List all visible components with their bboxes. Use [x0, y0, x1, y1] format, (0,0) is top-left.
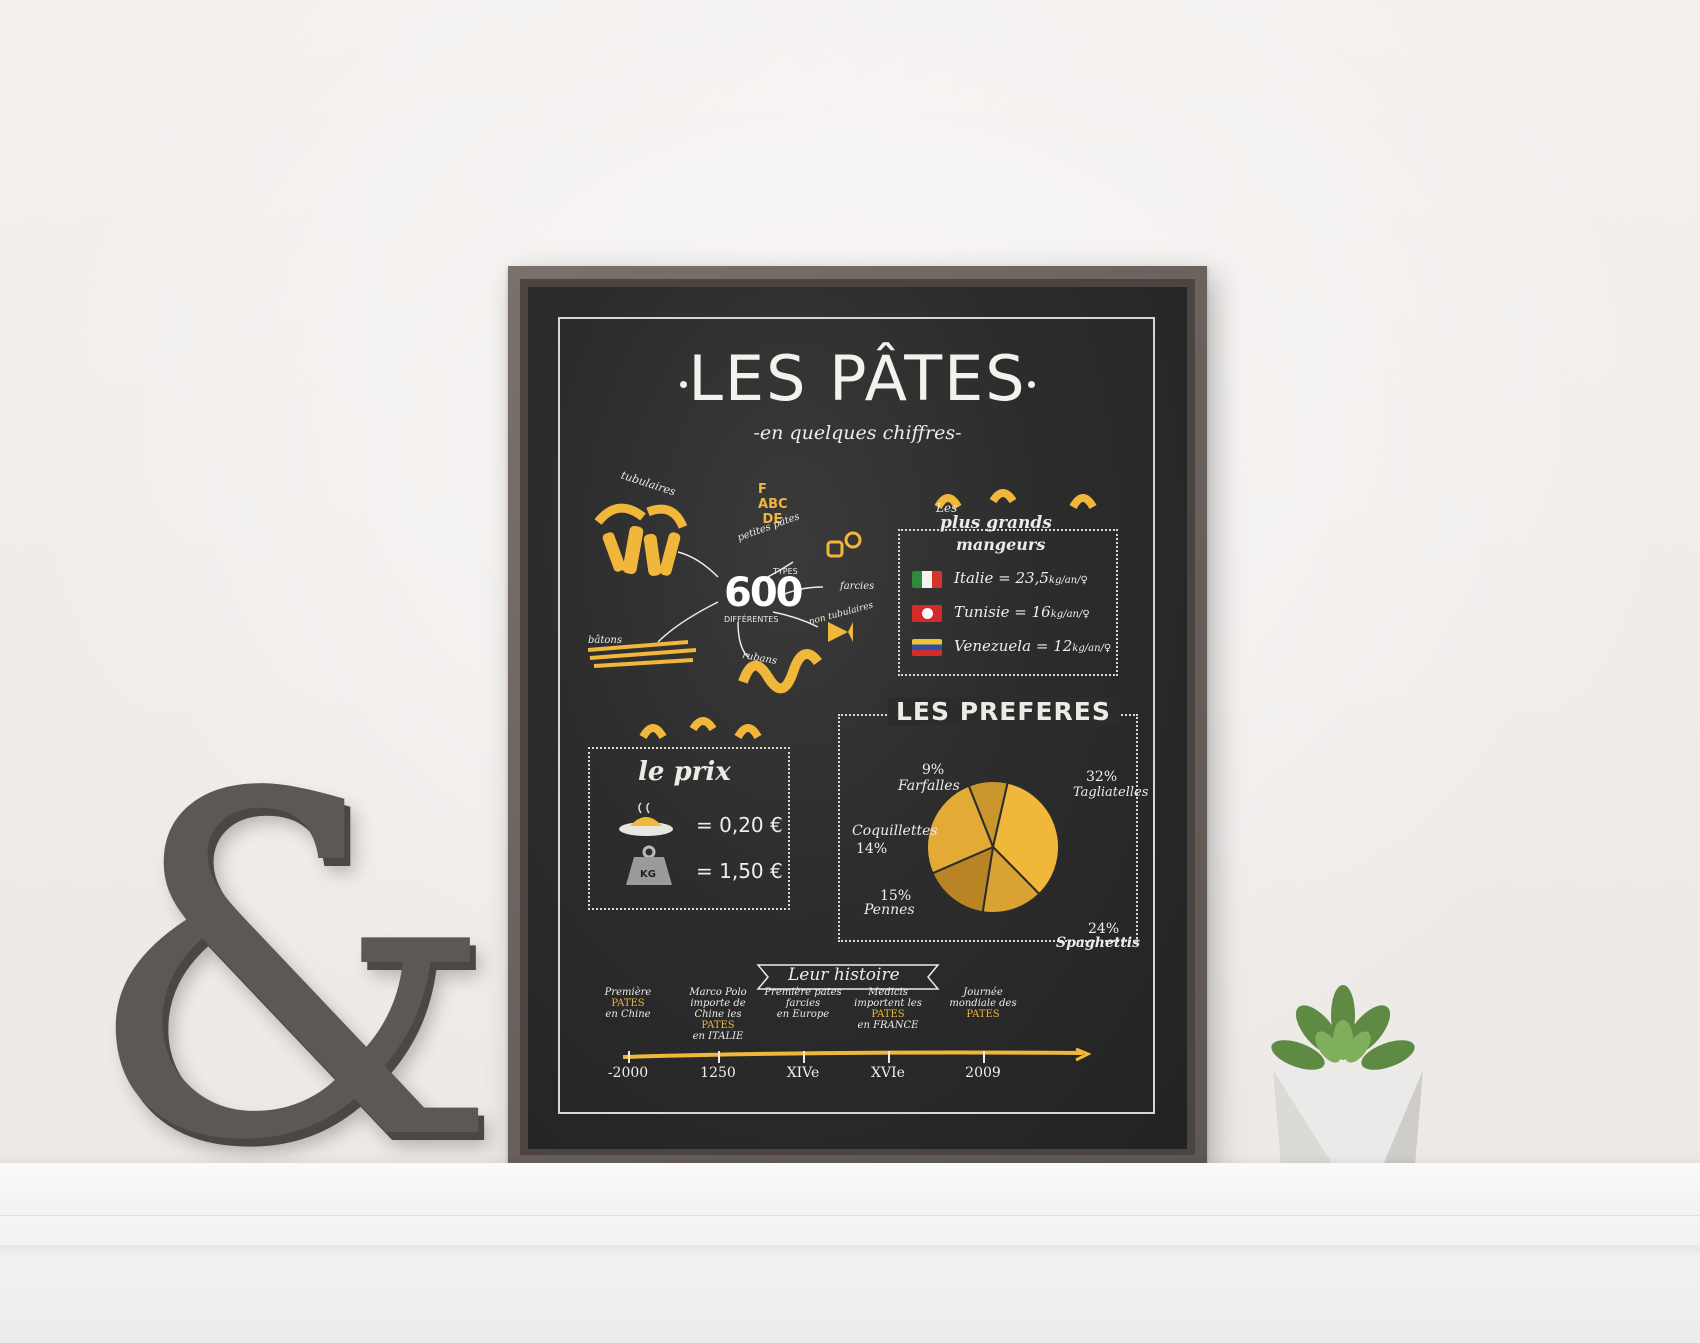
timeline-event: Première PATES en Chine [588, 987, 668, 1020]
types-bottom-label: DIFFÉRENTES [724, 615, 779, 624]
timeline-event-text: Medicis importent les [854, 987, 922, 1009]
timeline-date: XVIe [871, 1065, 905, 1081]
pasta-types-illustration [587, 503, 862, 694]
timeline-event-place: en Chine [605, 1009, 651, 1020]
timeline-event-text: Marco Polo importe de Chine les [689, 987, 747, 1020]
timeline-event: Première pates farcies en Europe [763, 987, 843, 1020]
tunisia-flag-icon [912, 604, 942, 622]
kg-label: KG [640, 869, 656, 880]
venezuela-flag-icon [912, 638, 942, 656]
ravioli-icon [826, 531, 862, 558]
tubular-pasta-icon [594, 503, 688, 576]
timeline-event-highlight: PATES [871, 1009, 905, 1020]
timeline-event-place: en ITALIE [692, 1031, 744, 1042]
pct-farfalles: 9% [922, 762, 945, 778]
label-farfalles: Farfalles [898, 778, 960, 794]
price-heading: le prix [638, 757, 731, 787]
italy-flag-icon [912, 570, 942, 588]
poster-title: LES PÂTES [688, 342, 1027, 415]
timeline-event-place: en FRANCE [857, 1020, 919, 1031]
farfalle-icon [828, 622, 853, 642]
price-pasta-decoration [639, 717, 762, 740]
plate-icon [619, 802, 673, 836]
timeline-event-text: Première pates farcies [764, 987, 842, 1009]
timeline-event-place: en Europe [776, 1009, 830, 1020]
timeline-tick [628, 1051, 630, 1063]
pct-tagliatelles: 32% [1086, 769, 1118, 785]
timeline-date: 2009 [965, 1065, 1001, 1081]
eaters-heading-line2: plus grands [940, 513, 1052, 533]
timeline-event-text: Première [604, 987, 652, 998]
shelf-top [0, 1163, 1700, 1215]
timeline-event-highlight: PATES [966, 1009, 1000, 1020]
timeline-tick [983, 1051, 985, 1063]
timeline-event-text: Journée mondiale des [949, 987, 1017, 1009]
timeline-event-highlight: PATES [611, 998, 645, 1009]
timeline-tick [718, 1051, 720, 1063]
timeline-tick [803, 1051, 805, 1063]
picture-frame: LES PÂTES -en quelques chiffres- F ABC D… [508, 266, 1207, 1166]
poster-subtitle: -en quelques chiffres- [753, 422, 962, 444]
eaters-heading-line3: mangeurs [956, 535, 1046, 554]
favorites-pie-chart [926, 780, 1060, 914]
timeline-arrow [622, 1047, 1092, 1062]
eater-row-venezuela: Venezuela = 12kg/an/♀ [912, 637, 1111, 656]
frame-inner: LES PÂTES -en quelques chiffres- F ABC D… [520, 279, 1195, 1155]
pct-coquillettes: 14% [856, 841, 888, 857]
category-farcies: farcies [840, 581, 875, 592]
timeline-date: XIVe [786, 1065, 820, 1081]
kg-weight-icon [626, 845, 672, 885]
chalkboard-poster: LES PÂTES -en quelques chiffres- F ABC D… [528, 287, 1187, 1149]
timeline-event-highlight: PATES [701, 1020, 735, 1031]
label-spaghettis: Spaghettis [1056, 935, 1140, 951]
timeline-date: 1250 [700, 1065, 736, 1081]
succulent-plant-icon [1271, 985, 1423, 1165]
label-pennes: Pennes [864, 902, 915, 918]
types-top-label: TYPES [773, 567, 798, 576]
shelf-front [0, 1215, 1700, 1343]
timeline-date: -2000 [607, 1065, 649, 1081]
types-count: 600 [724, 570, 803, 616]
eater-row-tunisia: Tunisie = 16kg/an/♀ [912, 603, 1090, 622]
timeline-event: Marco Polo importe de Chine les PATES en I… [678, 987, 758, 1042]
price-kg: = 1,50 € [696, 859, 783, 883]
price-plate: = 0,20 € [696, 813, 783, 837]
history-heading: Leur histoire [788, 965, 900, 985]
timeline-event: Journée mondiale des PATES [943, 987, 1023, 1020]
ampersand-decoration: & [82, 696, 501, 1243]
label-tagliatelles: Tagliatelles [1073, 785, 1149, 800]
category-batons: bâtons [588, 635, 622, 646]
label-coquillettes: Coquillettes [852, 823, 938, 839]
timeline-event: Medicis importent les PATES en FRANCE [848, 987, 928, 1031]
eater-row-italy: Italie = 23,5kg/an/♀ [912, 569, 1088, 588]
shelf-shadow [0, 1245, 1700, 1259]
timeline-tick [888, 1051, 890, 1063]
favorites-heading: LES PREFERES [888, 697, 1119, 726]
